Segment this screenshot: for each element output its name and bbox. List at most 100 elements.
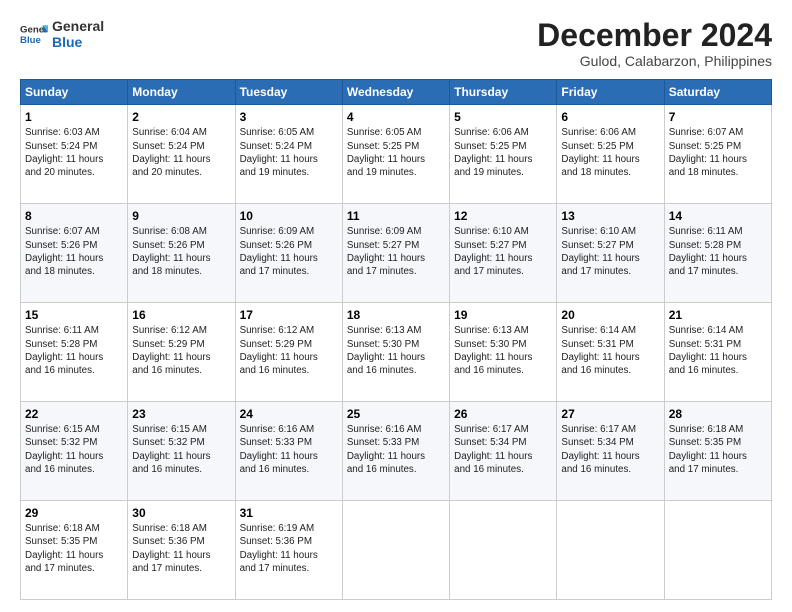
- day-number: 16: [132, 307, 230, 323]
- day-number: 12: [454, 208, 552, 224]
- day-number: 23: [132, 406, 230, 422]
- header-tuesday: Tuesday: [235, 80, 342, 105]
- day-number: 10: [240, 208, 338, 224]
- page: General Blue General Blue December 2024 …: [0, 0, 792, 612]
- day-cell: 3Sunrise: 6:05 AM Sunset: 5:24 PM Daylig…: [235, 105, 342, 204]
- day-info: Sunrise: 6:14 AM Sunset: 5:31 PM Dayligh…: [669, 324, 767, 377]
- day-info: Sunrise: 6:10 AM Sunset: 5:27 PM Dayligh…: [561, 225, 659, 278]
- day-cell: 11Sunrise: 6:09 AM Sunset: 5:27 PM Dayli…: [342, 204, 449, 303]
- day-info: Sunrise: 6:07 AM Sunset: 5:25 PM Dayligh…: [669, 126, 767, 179]
- day-cell: 18Sunrise: 6:13 AM Sunset: 5:30 PM Dayli…: [342, 303, 449, 402]
- day-cell: 9Sunrise: 6:08 AM Sunset: 5:26 PM Daylig…: [128, 204, 235, 303]
- day-info: Sunrise: 6:13 AM Sunset: 5:30 PM Dayligh…: [454, 324, 552, 377]
- day-number: 5: [454, 109, 552, 125]
- week-row-3: 15Sunrise: 6:11 AM Sunset: 5:28 PM Dayli…: [21, 303, 772, 402]
- day-cell: 30Sunrise: 6:18 AM Sunset: 5:36 PM Dayli…: [128, 501, 235, 600]
- svg-text:Blue: Blue: [20, 35, 41, 46]
- day-number: 20: [561, 307, 659, 323]
- day-cell: 26Sunrise: 6:17 AM Sunset: 5:34 PM Dayli…: [450, 402, 557, 501]
- day-info: Sunrise: 6:06 AM Sunset: 5:25 PM Dayligh…: [561, 126, 659, 179]
- day-cell: 14Sunrise: 6:11 AM Sunset: 5:28 PM Dayli…: [664, 204, 771, 303]
- day-info: Sunrise: 6:07 AM Sunset: 5:26 PM Dayligh…: [25, 225, 123, 278]
- day-cell: 6Sunrise: 6:06 AM Sunset: 5:25 PM Daylig…: [557, 105, 664, 204]
- day-cell: 23Sunrise: 6:15 AM Sunset: 5:32 PM Dayli…: [128, 402, 235, 501]
- header-wednesday: Wednesday: [342, 80, 449, 105]
- week-row-4: 22Sunrise: 6:15 AM Sunset: 5:32 PM Dayli…: [21, 402, 772, 501]
- subtitle: Gulod, Calabarzon, Philippines: [537, 53, 772, 69]
- day-info: Sunrise: 6:04 AM Sunset: 5:24 PM Dayligh…: [132, 126, 230, 179]
- day-number: 30: [132, 505, 230, 521]
- day-number: 13: [561, 208, 659, 224]
- day-cell: [450, 501, 557, 600]
- logo-icon: General Blue: [20, 20, 48, 48]
- day-cell: 16Sunrise: 6:12 AM Sunset: 5:29 PM Dayli…: [128, 303, 235, 402]
- day-info: Sunrise: 6:09 AM Sunset: 5:27 PM Dayligh…: [347, 225, 445, 278]
- day-number: 8: [25, 208, 123, 224]
- header-sunday: Sunday: [21, 80, 128, 105]
- day-cell: 20Sunrise: 6:14 AM Sunset: 5:31 PM Dayli…: [557, 303, 664, 402]
- day-info: Sunrise: 6:16 AM Sunset: 5:33 PM Dayligh…: [240, 423, 338, 476]
- day-info: Sunrise: 6:15 AM Sunset: 5:32 PM Dayligh…: [132, 423, 230, 476]
- day-number: 2: [132, 109, 230, 125]
- day-number: 15: [25, 307, 123, 323]
- day-number: 31: [240, 505, 338, 521]
- logo-line2: Blue: [52, 34, 104, 50]
- day-info: Sunrise: 6:17 AM Sunset: 5:34 PM Dayligh…: [561, 423, 659, 476]
- title-block: December 2024 Gulod, Calabarzon, Philipp…: [537, 18, 772, 69]
- day-number: 28: [669, 406, 767, 422]
- day-number: 7: [669, 109, 767, 125]
- day-info: Sunrise: 6:11 AM Sunset: 5:28 PM Dayligh…: [25, 324, 123, 377]
- day-number: 18: [347, 307, 445, 323]
- day-number: 4: [347, 109, 445, 125]
- day-info: Sunrise: 6:17 AM Sunset: 5:34 PM Dayligh…: [454, 423, 552, 476]
- day-info: Sunrise: 6:13 AM Sunset: 5:30 PM Dayligh…: [347, 324, 445, 377]
- day-info: Sunrise: 6:10 AM Sunset: 5:27 PM Dayligh…: [454, 225, 552, 278]
- day-number: 22: [25, 406, 123, 422]
- day-number: 6: [561, 109, 659, 125]
- day-cell: [557, 501, 664, 600]
- day-cell: 29Sunrise: 6:18 AM Sunset: 5:35 PM Dayli…: [21, 501, 128, 600]
- day-info: Sunrise: 6:18 AM Sunset: 5:36 PM Dayligh…: [132, 522, 230, 575]
- day-number: 24: [240, 406, 338, 422]
- day-number: 19: [454, 307, 552, 323]
- day-number: 11: [347, 208, 445, 224]
- day-info: Sunrise: 6:19 AM Sunset: 5:36 PM Dayligh…: [240, 522, 338, 575]
- day-info: Sunrise: 6:18 AM Sunset: 5:35 PM Dayligh…: [25, 522, 123, 575]
- day-info: Sunrise: 6:06 AM Sunset: 5:25 PM Dayligh…: [454, 126, 552, 179]
- day-cell: 27Sunrise: 6:17 AM Sunset: 5:34 PM Dayli…: [557, 402, 664, 501]
- header-thursday: Thursday: [450, 80, 557, 105]
- week-row-5: 29Sunrise: 6:18 AM Sunset: 5:35 PM Dayli…: [21, 501, 772, 600]
- logo: General Blue General Blue: [20, 18, 104, 50]
- calendar-table: SundayMondayTuesdayWednesdayThursdayFrid…: [20, 79, 772, 600]
- day-cell: 21Sunrise: 6:14 AM Sunset: 5:31 PM Dayli…: [664, 303, 771, 402]
- day-cell: 5Sunrise: 6:06 AM Sunset: 5:25 PM Daylig…: [450, 105, 557, 204]
- day-cell: 19Sunrise: 6:13 AM Sunset: 5:30 PM Dayli…: [450, 303, 557, 402]
- week-row-1: 1Sunrise: 6:03 AM Sunset: 5:24 PM Daylig…: [21, 105, 772, 204]
- day-cell: 17Sunrise: 6:12 AM Sunset: 5:29 PM Dayli…: [235, 303, 342, 402]
- day-cell: [664, 501, 771, 600]
- day-cell: 7Sunrise: 6:07 AM Sunset: 5:25 PM Daylig…: [664, 105, 771, 204]
- day-info: Sunrise: 6:12 AM Sunset: 5:29 PM Dayligh…: [132, 324, 230, 377]
- day-cell: 10Sunrise: 6:09 AM Sunset: 5:26 PM Dayli…: [235, 204, 342, 303]
- day-number: 1: [25, 109, 123, 125]
- day-number: 25: [347, 406, 445, 422]
- day-number: 21: [669, 307, 767, 323]
- day-number: 17: [240, 307, 338, 323]
- day-number: 3: [240, 109, 338, 125]
- day-info: Sunrise: 6:05 AM Sunset: 5:24 PM Dayligh…: [240, 126, 338, 179]
- day-number: 27: [561, 406, 659, 422]
- main-title: December 2024: [537, 18, 772, 53]
- day-info: Sunrise: 6:11 AM Sunset: 5:28 PM Dayligh…: [669, 225, 767, 278]
- day-cell: 12Sunrise: 6:10 AM Sunset: 5:27 PM Dayli…: [450, 204, 557, 303]
- logo-line1: General: [52, 18, 104, 34]
- day-info: Sunrise: 6:15 AM Sunset: 5:32 PM Dayligh…: [25, 423, 123, 476]
- day-cell: 1Sunrise: 6:03 AM Sunset: 5:24 PM Daylig…: [21, 105, 128, 204]
- day-cell: 8Sunrise: 6:07 AM Sunset: 5:26 PM Daylig…: [21, 204, 128, 303]
- day-info: Sunrise: 6:09 AM Sunset: 5:26 PM Dayligh…: [240, 225, 338, 278]
- day-cell: 31Sunrise: 6:19 AM Sunset: 5:36 PM Dayli…: [235, 501, 342, 600]
- day-cell: [342, 501, 449, 600]
- day-cell: 22Sunrise: 6:15 AM Sunset: 5:32 PM Dayli…: [21, 402, 128, 501]
- header-saturday: Saturday: [664, 80, 771, 105]
- day-info: Sunrise: 6:18 AM Sunset: 5:35 PM Dayligh…: [669, 423, 767, 476]
- day-cell: 2Sunrise: 6:04 AM Sunset: 5:24 PM Daylig…: [128, 105, 235, 204]
